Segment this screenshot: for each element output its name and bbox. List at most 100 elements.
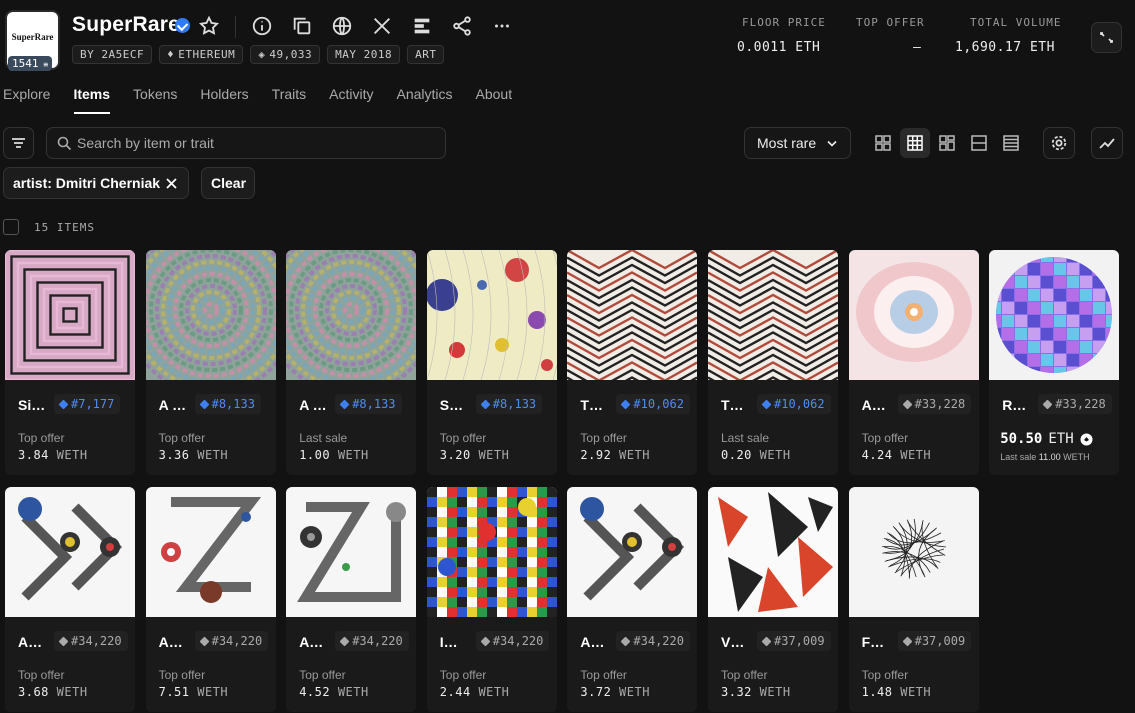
- rarity-rank-badge: #33,228: [897, 394, 972, 414]
- chain-tag[interactable]: ♦ ETHEREUM: [159, 45, 244, 64]
- sort-dropdown[interactable]: Most rare: [744, 127, 851, 159]
- activity-chart-button[interactable]: [1091, 127, 1123, 159]
- item-card[interactable]: A… #34,220 Top offer 3.68 WETH: [5, 487, 135, 712]
- price-label: Top offer: [299, 668, 346, 682]
- marketplace-icon[interactable]: [411, 15, 433, 37]
- artist-filter-chip[interactable]: artist: Dmitri Cherniak: [3, 167, 189, 199]
- item-card[interactable]: A… #34,220 Top offer 4.52 WETH: [286, 487, 417, 712]
- select-all-checkbox[interactable]: [3, 219, 19, 235]
- item-card[interactable]: A … #8,133 Last sale 1.00 WETH: [286, 250, 417, 475]
- view-grid-button[interactable]: [900, 128, 930, 158]
- list-icon: [971, 135, 987, 151]
- view-mosaic-button[interactable]: [932, 128, 962, 158]
- item-count: 15 ITEMS: [34, 221, 95, 234]
- view-large-grid-button[interactable]: [868, 128, 898, 158]
- search-box[interactable]: [46, 127, 446, 159]
- rarity-rank-badge: #8,133: [194, 394, 261, 414]
- item-image[interactable]: [708, 250, 838, 380]
- more-options-icon[interactable]: [491, 15, 513, 37]
- date-tag: MAY 2018: [327, 45, 401, 64]
- price-label: Top offer: [18, 431, 65, 445]
- item-card[interactable]: S… #8,133 Top offer 3.20 WETH: [426, 250, 557, 475]
- rarity-diamond-icon: [339, 399, 350, 409]
- item-name: A…: [18, 634, 43, 650]
- item-card[interactable]: V… #37,009 Top offer 3.32 WETH: [708, 487, 838, 712]
- star-icon[interactable]: [198, 15, 220, 37]
- item-card[interactable]: A… #34,220 Top offer 3.72 WETH: [567, 487, 698, 712]
- tab-holders[interactable]: Holders: [200, 86, 248, 116]
- item-name: A …: [158, 397, 187, 413]
- settings-button[interactable]: [1043, 127, 1075, 159]
- tab-analytics[interactable]: Analytics: [396, 86, 452, 116]
- item-card[interactable]: A… #34,220 Top offer 7.51 WETH: [145, 487, 276, 712]
- creator-tag[interactable]: BY 2A5ECF: [72, 45, 153, 64]
- category-tag[interactable]: ART: [407, 45, 445, 64]
- tab-traits[interactable]: Traits: [272, 86, 306, 116]
- item-image[interactable]: [286, 250, 417, 380]
- item-name: T…: [721, 397, 744, 413]
- tab-tokens[interactable]: Tokens: [133, 86, 177, 116]
- buy-now-icon[interactable]: [1080, 433, 1093, 446]
- view-list-button[interactable]: [964, 128, 994, 158]
- artwork-thumbnail: [286, 487, 417, 617]
- artwork-thumbnail: [145, 250, 276, 380]
- item-name: A…: [580, 634, 605, 650]
- item-image[interactable]: [989, 250, 1120, 380]
- price-value: 4.52 WETH: [299, 685, 369, 699]
- item-card[interactable]: A … #8,133 Top offer 3.36 WETH: [145, 250, 276, 475]
- clear-filters-button[interactable]: Clear: [201, 167, 255, 199]
- price-value: 7.51 WETH: [158, 685, 229, 699]
- item-card[interactable]: I… #34,220 Top offer 2.44 WETH: [426, 487, 557, 712]
- globe-icon[interactable]: [331, 15, 353, 37]
- tab-about[interactable]: About: [476, 86, 513, 116]
- tab-explore[interactable]: Explore: [3, 86, 50, 116]
- item-image[interactable]: [145, 250, 276, 380]
- artwork-thumbnail: [567, 487, 698, 617]
- share-icon[interactable]: [451, 15, 473, 37]
- price-value: 3.36 WETH: [158, 448, 229, 462]
- price-value: 1.48 WETH: [861, 685, 932, 699]
- expand-button[interactable]: [1091, 22, 1122, 53]
- artwork-thumbnail: [5, 250, 135, 380]
- item-image[interactable]: [708, 487, 838, 617]
- rarity-rank-badge: #37,009: [897, 631, 972, 651]
- item-image[interactable]: [567, 487, 698, 617]
- item-image[interactable]: [5, 487, 135, 617]
- item-image[interactable]: [426, 487, 557, 617]
- item-name: A…: [158, 634, 183, 650]
- close-icon[interactable]: [166, 178, 177, 189]
- rarity-diamond-icon: [480, 636, 491, 646]
- artwork-thumbnail: [989, 250, 1120, 380]
- rarity-diamond-icon: [1042, 399, 1053, 409]
- price-label: Top offer: [18, 668, 65, 682]
- x-twitter-icon[interactable]: [371, 15, 393, 37]
- item-image[interactable]: [426, 250, 557, 380]
- floor-price-stat: FLOOR PRICE 0.0011 ETH: [737, 16, 826, 55]
- item-card[interactable]: A… #33,228 Top offer 4.24 WETH: [848, 250, 979, 475]
- item-image[interactable]: [5, 250, 135, 380]
- verified-badge-icon: [175, 18, 190, 33]
- item-image[interactable]: [567, 250, 698, 380]
- item-image[interactable]: [848, 250, 979, 380]
- search-input[interactable]: [77, 134, 437, 152]
- view-table-button[interactable]: [996, 128, 1026, 158]
- copy-icon[interactable]: [291, 15, 313, 37]
- price-label: Top offer: [158, 668, 206, 682]
- artwork-thumbnail: [286, 250, 417, 380]
- item-card[interactable]: R… #33,228 50.50 ETH Last sale 11.00 WET…: [989, 250, 1120, 475]
- item-name: F…: [861, 634, 885, 650]
- item-image[interactable]: [848, 487, 979, 617]
- info-icon[interactable]: [251, 15, 273, 37]
- tab-activity[interactable]: Activity: [329, 86, 373, 116]
- item-card[interactable]: F… #37,009 Top offer 1.48 WETH: [848, 487, 979, 712]
- filter-toggle-button[interactable]: [3, 127, 34, 159]
- rarity-diamond-icon: [199, 399, 210, 409]
- item-card[interactable]: Si… #7,177 Top offer 3.84 WETH: [5, 250, 135, 475]
- artwork-thumbnail: [426, 487, 557, 617]
- item-name: A…: [861, 397, 886, 413]
- item-image[interactable]: [286, 487, 417, 617]
- item-card[interactable]: T… #10,062 Top offer 2.92 WETH: [567, 250, 698, 475]
- item-image[interactable]: [145, 487, 276, 617]
- supply-tag: ◈ 49,033: [250, 45, 321, 64]
- item-card[interactable]: T… #10,062 Last sale 0.20 WETH: [708, 250, 838, 475]
